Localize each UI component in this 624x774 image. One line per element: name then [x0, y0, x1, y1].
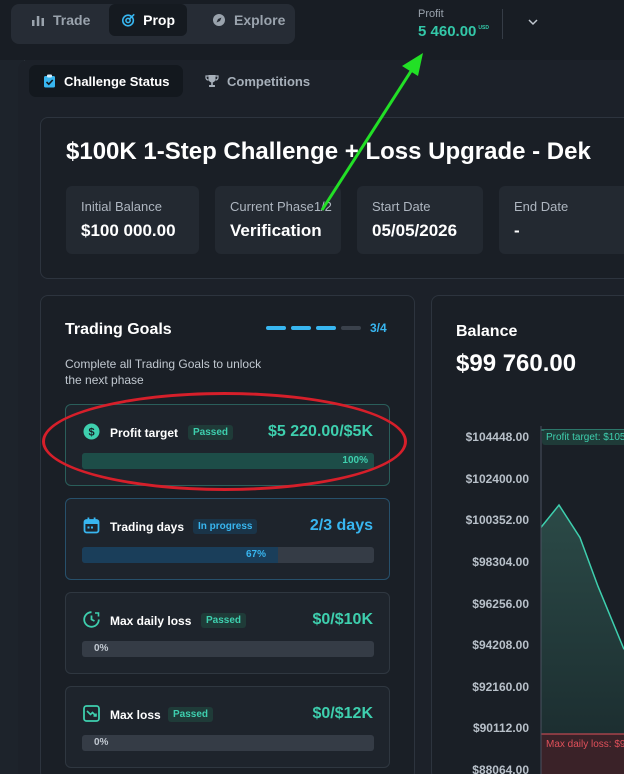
calendar-icon [83, 517, 100, 534]
y-tick-label: $98304.00 [472, 554, 529, 569]
profit-label: Profit [418, 8, 444, 20]
goal-progress-bar: 0% [82, 641, 374, 657]
info-label: End Date [514, 199, 569, 214]
info-label: Current Phase1/2 [230, 199, 332, 214]
goal-value: 2/3 days [309, 517, 373, 534]
nav-explore[interactable]: Explore [200, 4, 297, 36]
goal-max-loss[interactable]: Max loss Passed $0/$12K 0% [65, 686, 390, 768]
progress-label: 67% [246, 549, 267, 560]
header-divider [502, 9, 503, 39]
trading-goals-title: Trading Goals [65, 321, 172, 338]
goals-progress-segment [291, 326, 311, 330]
goals-count: 3/4 [370, 321, 387, 335]
balance-title: Balance [456, 323, 518, 340]
info-value: - [514, 221, 520, 240]
status-badge: In progress [193, 519, 258, 534]
status-badge: Passed [201, 613, 247, 628]
y-tick-label: $92160.00 [472, 679, 529, 694]
y-tick-label: $100352.00 [465, 513, 529, 528]
goal-name: Max daily loss [110, 614, 192, 628]
goal-value: $0/$12K [312, 705, 374, 722]
info-label: Start Date [372, 199, 431, 214]
challenge-title: $100K 1-Step Challenge + Loss Upgrade - … [66, 138, 591, 165]
info-end-date: End Date - [499, 186, 624, 254]
profit-target-label: Profit target: $105 [542, 430, 624, 445]
goal-trading-days[interactable]: Trading days In progress 2/3 days 67% [65, 498, 390, 580]
progress-label: 0% [94, 643, 109, 654]
info-value: $100 000.00 [81, 221, 176, 240]
progress-label: 0% [94, 737, 109, 748]
balance-value: $99 760.00 [456, 350, 577, 377]
tab-challenge-status-label: Challenge Status [64, 73, 170, 89]
trophy-icon [205, 75, 219, 87]
goals-progress-segment [316, 326, 336, 330]
info-value: 05/05/2026 [372, 221, 458, 240]
y-tick-label: $102400.00 [465, 471, 529, 486]
trend-down-icon [83, 705, 100, 722]
info-start-date: Start Date 05/05/2026 [357, 186, 483, 254]
goal-progress-bar: 0% [82, 735, 374, 751]
goal-name: Trading days [110, 520, 185, 534]
bar-chart-icon [32, 16, 44, 26]
target-icon [121, 13, 135, 27]
clipboard-check-icon [44, 74, 55, 88]
goals-progress-segment [341, 326, 361, 330]
profit-value: 5 460.00 USD [418, 23, 489, 40]
y-tick-label: $94208.00 [472, 638, 529, 653]
chevron-down-icon[interactable] [527, 16, 539, 28]
clock-loss-icon [83, 611, 100, 628]
tab-challenge-status[interactable]: Challenge Status [29, 65, 184, 97]
nav-explore-label: Explore [234, 12, 286, 28]
nav-prop-label: Prop [143, 12, 175, 28]
profit-currency: USD [478, 25, 489, 31]
tab-competitions[interactable]: Competitions [191, 65, 324, 97]
nav-trade-label: Trade [53, 12, 91, 28]
y-tick-label: $104448.00 [465, 430, 529, 444]
goals-description: Complete all Trading Goals to unlock the… [65, 357, 262, 387]
goal-progress-bar: 67% [82, 547, 374, 563]
profit-amount: 5 460.00 [418, 23, 477, 40]
info-current-phase: Current Phase1/2 Verification [215, 186, 341, 254]
y-tick-label: $96256.00 [472, 596, 529, 611]
profit-summary: Profit 5 460.00 USD [418, 8, 489, 40]
nav-trade[interactable]: Trade [19, 4, 102, 36]
annotation-ellipse [42, 392, 407, 491]
goal-max-daily-loss[interactable]: Max daily loss Passed $0/$10K 0% [65, 592, 390, 674]
info-label: Initial Balance [81, 199, 162, 214]
info-initial-balance: Initial Balance $100 000.00 [66, 186, 199, 254]
compass-icon [213, 14, 225, 26]
info-value: Verification [230, 221, 322, 240]
goal-value: $0/$10K [312, 611, 374, 628]
status-badge: Passed [168, 707, 214, 722]
goals-progress-segment [266, 326, 286, 330]
tab-competitions-label: Competitions [227, 73, 311, 89]
max-daily-loss-label: Max daily loss: $9 [546, 739, 624, 750]
y-tick-label: $88064.00 [472, 763, 529, 774]
goal-name: Max loss [110, 708, 161, 722]
nav-prop[interactable]: Prop [109, 4, 187, 36]
y-tick-label: $90112.00 [472, 721, 529, 736]
